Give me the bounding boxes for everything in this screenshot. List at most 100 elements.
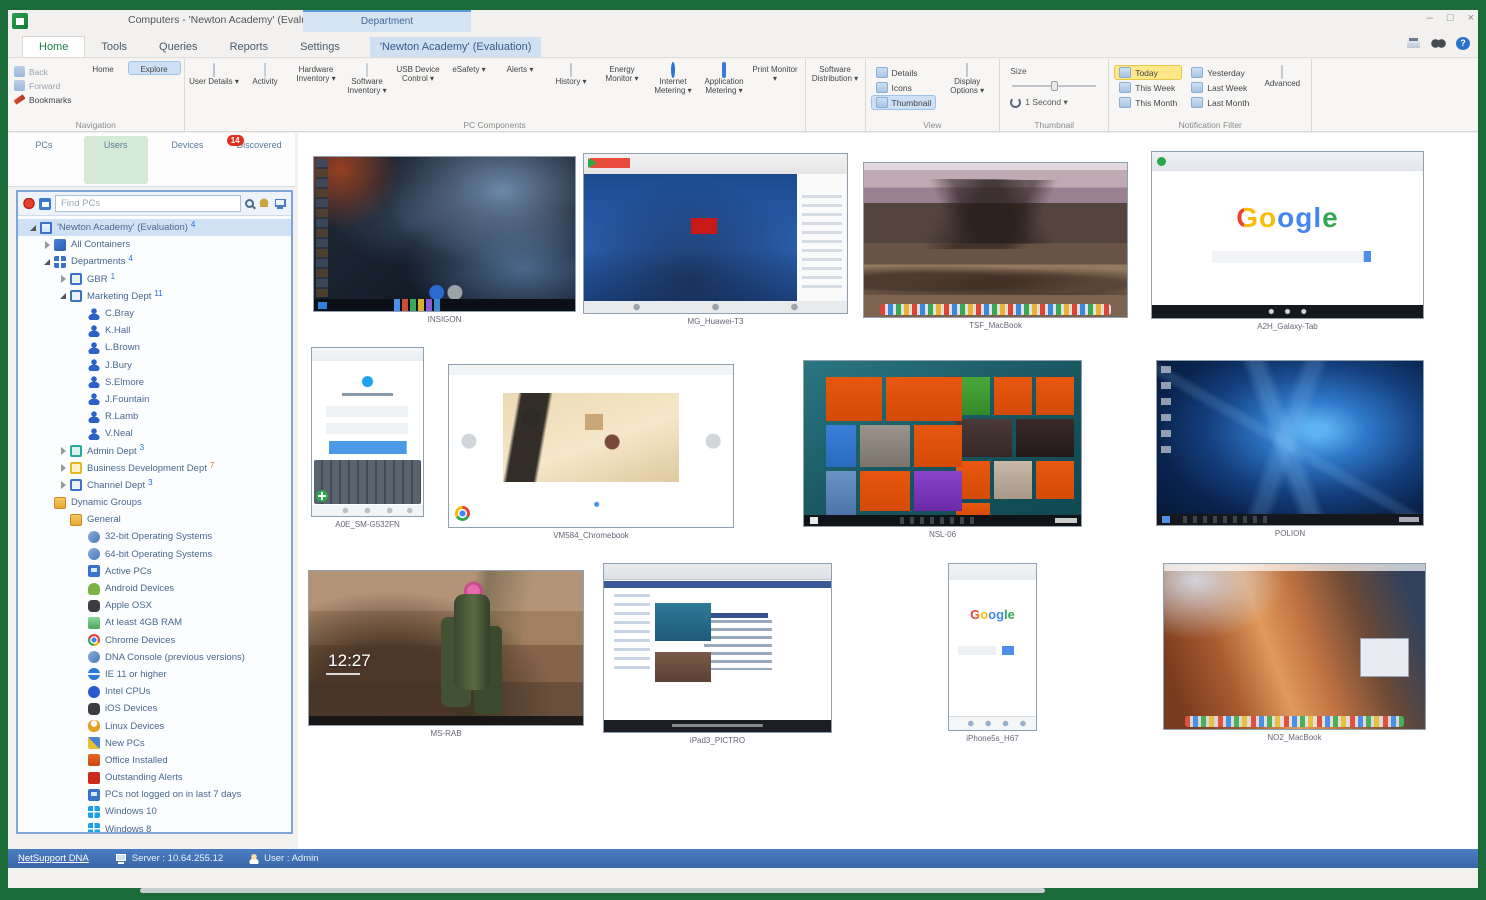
tree-item[interactable]: Channel Dept 3 (18, 477, 291, 494)
tree-item[interactable]: Outstanding Alerts (18, 769, 291, 786)
expander-icon[interactable] (76, 394, 86, 404)
ribbon-tab[interactable]: Home (22, 36, 85, 57)
filter-button[interactable]: Last Month (1187, 96, 1253, 109)
expander-icon[interactable] (58, 480, 68, 490)
expander-icon[interactable] (76, 790, 86, 800)
view-thumbnail-button[interactable]: Thumbnail (872, 96, 936, 109)
back-button[interactable]: Back (14, 66, 72, 77)
expander-icon[interactable] (76, 549, 86, 559)
expander-icon[interactable] (76, 721, 86, 731)
ribbon-button[interactable]: Application Metering ▾ (699, 62, 750, 95)
thumbnail-screenshot[interactable]: Google (948, 563, 1037, 731)
expander-icon[interactable] (58, 463, 68, 473)
tree-item[interactable]: K.Hall (18, 322, 291, 339)
ribbon-tab[interactable]: Tools (85, 37, 143, 57)
tree-item[interactable]: Admin Dept 3 (18, 442, 291, 459)
tree-item[interactable]: Windows 10 (18, 803, 291, 820)
explore-button[interactable]: Explore (129, 62, 180, 74)
ribbon-button[interactable]: User Details ▾ (189, 62, 240, 86)
thumbnail-card[interactable]: POLION (1156, 360, 1424, 538)
thumbnail-screenshot[interactable] (448, 364, 734, 528)
expander-icon[interactable] (76, 326, 86, 336)
expander-icon[interactable] (76, 377, 86, 387)
tree-item[interactable]: Windows 8 (18, 821, 291, 832)
tree-item[interactable]: 'Newton Academy' (Evaluation) 4 (18, 219, 291, 236)
tab-devices[interactable]: Devices (155, 136, 219, 184)
ribbon-button[interactable]: Energy Monitor ▾ (597, 62, 648, 83)
find-pcs-input[interactable] (55, 195, 241, 212)
ribbon-button[interactable]: Alerts ▾ (495, 62, 546, 74)
monitor-view-icon[interactable] (274, 198, 286, 210)
tree-item[interactable]: DNA Console (previous versions) (18, 649, 291, 666)
tree-item[interactable]: PCs not logged on in last 7 days (18, 786, 291, 803)
thumbnail-card[interactable]: NSL-06 (803, 360, 1082, 539)
expander-icon[interactable] (76, 687, 86, 697)
tree-item[interactable]: All Containers (18, 236, 291, 253)
expander-icon[interactable] (42, 257, 52, 267)
tree-item[interactable]: At least 4GB RAM (18, 614, 291, 631)
home-button[interactable]: Home (78, 62, 129, 74)
tree-item[interactable]: Dynamic Groups (18, 494, 291, 511)
search-icon[interactable] (245, 199, 254, 208)
filter-button[interactable]: Today (1115, 66, 1181, 79)
ribbon-button[interactable]: Internet Metering ▾ (648, 62, 699, 95)
expander-icon[interactable] (76, 773, 86, 783)
expander-icon[interactable] (76, 824, 86, 832)
print-icon[interactable] (1406, 37, 1421, 50)
expander-icon[interactable] (76, 343, 86, 353)
tree-item[interactable]: Departments 4 (18, 253, 291, 270)
tree-item[interactable]: General (18, 511, 291, 528)
expander-icon[interactable] (58, 446, 68, 456)
ribbon-tab[interactable]: 'Newton Academy' (Evaluation) (370, 37, 542, 57)
tree-item[interactable]: Apple OSX (18, 597, 291, 614)
maximize-icon[interactable] (1447, 12, 1454, 24)
view-icons-button[interactable]: Icons (872, 81, 936, 94)
filter-button[interactable]: Yesterday (1187, 66, 1253, 79)
thumbnail-card[interactable]: NO2_MacBook (1163, 563, 1426, 742)
bell-icon[interactable] (258, 198, 270, 210)
expander-icon[interactable] (76, 669, 86, 679)
expander-icon[interactable] (76, 704, 86, 714)
tree-item[interactable]: S.Elmore (18, 374, 291, 391)
expander-icon[interactable] (76, 309, 86, 319)
tab-pcs[interactable]: PCs (12, 136, 76, 184)
slider-thumb[interactable] (1051, 81, 1058, 91)
ribbon-tab[interactable]: Settings (284, 37, 356, 57)
expander-icon[interactable] (76, 601, 86, 611)
thumbnail-card[interactable]: Google iPhone5s_H67 (948, 563, 1037, 743)
expander-icon[interactable] (76, 738, 86, 748)
tree-item[interactable]: 64-bit Operating Systems (18, 546, 291, 563)
filter-button[interactable]: This Week (1115, 81, 1181, 94)
ribbon-tab[interactable]: Queries (143, 37, 214, 57)
tree-item[interactable]: Active PCs (18, 563, 291, 580)
filter-button[interactable]: Last Week (1187, 81, 1253, 94)
tree-item[interactable]: V.Neal (18, 425, 291, 442)
tree-item[interactable]: C.Bray (18, 305, 291, 322)
advanced-filter-button[interactable]: Advanced (1257, 62, 1307, 88)
tree-item[interactable]: IE 11 or higher (18, 666, 291, 683)
thumbnail-screenshot[interactable] (583, 153, 848, 314)
thumbnail-card[interactable]: 12:27 MS-RAB (308, 570, 584, 738)
product-link[interactable]: NetSupport DNA (18, 853, 89, 864)
expander-icon[interactable] (76, 618, 86, 628)
ribbon-tab[interactable]: Reports (214, 37, 285, 57)
ribbon-button[interactable]: Hardware Inventory ▾ (291, 62, 342, 83)
thumbnail-card[interactable]: MG_Huawei-T3 (583, 153, 848, 326)
tab-discovered[interactable]: 14 Discovered (227, 136, 291, 184)
thumbnail-card[interactable]: iPad3_PICTRO (603, 563, 832, 745)
alert-filter-icon[interactable] (23, 198, 35, 210)
tree-item[interactable]: J.Fountain (18, 391, 291, 408)
thumbnail-screenshot[interactable] (1163, 563, 1426, 730)
thumbnail-card[interactable]: INSIGON (313, 156, 576, 324)
view-details-button[interactable]: Details (872, 66, 936, 79)
expander-icon[interactable] (76, 584, 86, 594)
thumbnail-screenshot[interactable]: 12:27 (308, 570, 584, 726)
thumbnail-screenshot[interactable] (603, 563, 832, 733)
ribbon-button[interactable]: History ▾ (546, 62, 597, 86)
tree-item[interactable]: R.Lamb (18, 408, 291, 425)
help-icon[interactable] (1456, 37, 1470, 50)
refresh-interval-dropdown[interactable]: 1 Second ▾ (1010, 97, 1098, 108)
expander-icon[interactable] (42, 498, 52, 508)
minimize-icon[interactable] (1427, 12, 1433, 24)
expander-icon[interactable] (76, 360, 86, 370)
